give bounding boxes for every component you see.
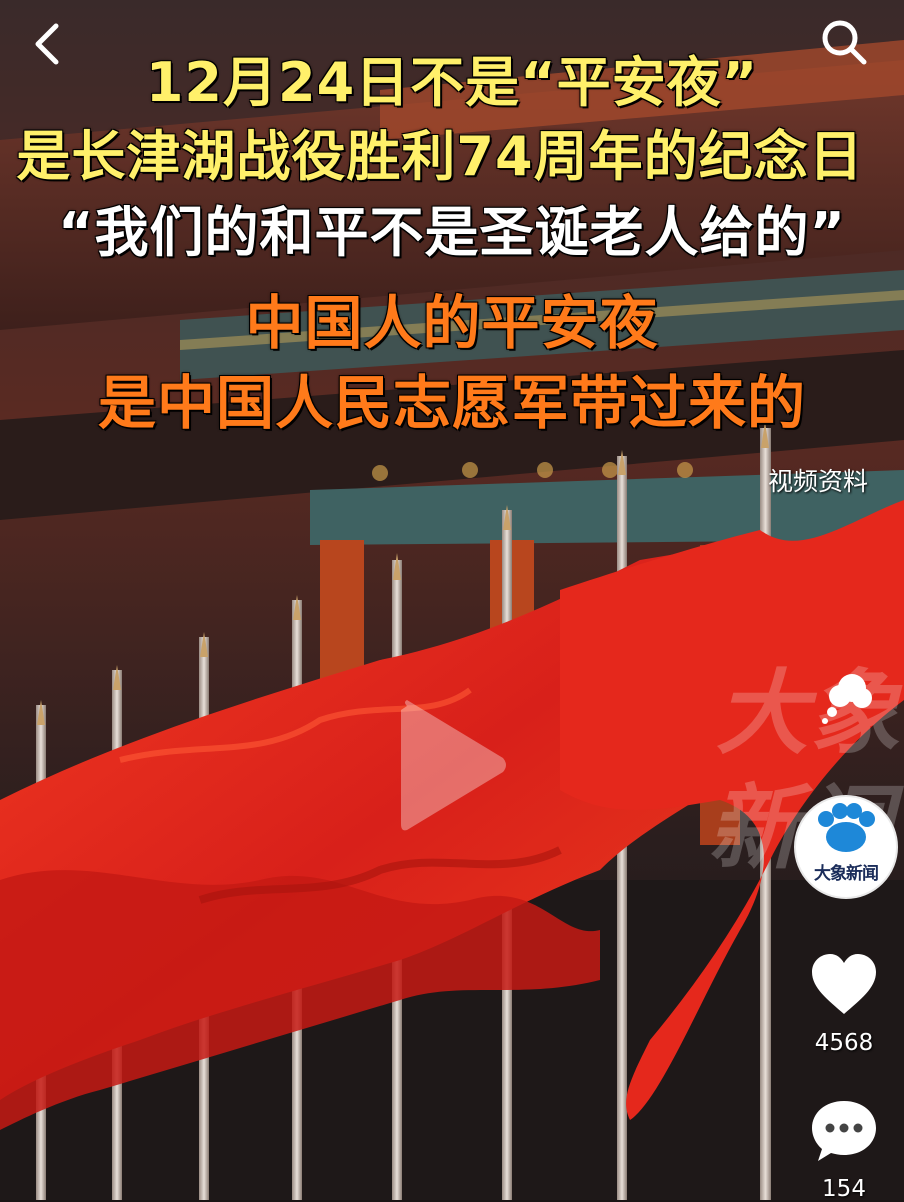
headline-line-4: 中国人的平安夜 <box>245 289 659 357</box>
like-count: 4568 <box>814 1030 874 1056</box>
avatar-label: 大象新闻 <box>814 864 879 884</box>
comment-count: 154 <box>822 1176 866 1202</box>
comment-icon <box>812 1101 876 1161</box>
comment-button[interactable] <box>808 1095 880 1167</box>
headline-line-1: 12月24日不是“平安夜” <box>145 51 759 114</box>
account-avatar[interactable]: 大象新闻 <box>794 795 898 899</box>
video-source-label: 视频资料 <box>768 467 869 496</box>
headline-line-2: 是长津湖战役胜利74周年的纪念日 <box>16 125 864 188</box>
play-button[interactable] <box>385 690 515 840</box>
play-icon <box>401 700 506 831</box>
like-button[interactable] <box>808 950 880 1022</box>
heart-icon <box>812 954 876 1014</box>
headline-line-5: 是中国人民志愿军带过来的 <box>97 369 806 437</box>
thought-bubble-icon[interactable] <box>818 666 878 726</box>
headline-line-3: “我们的和平不是圣诞老人给的” <box>58 201 846 264</box>
